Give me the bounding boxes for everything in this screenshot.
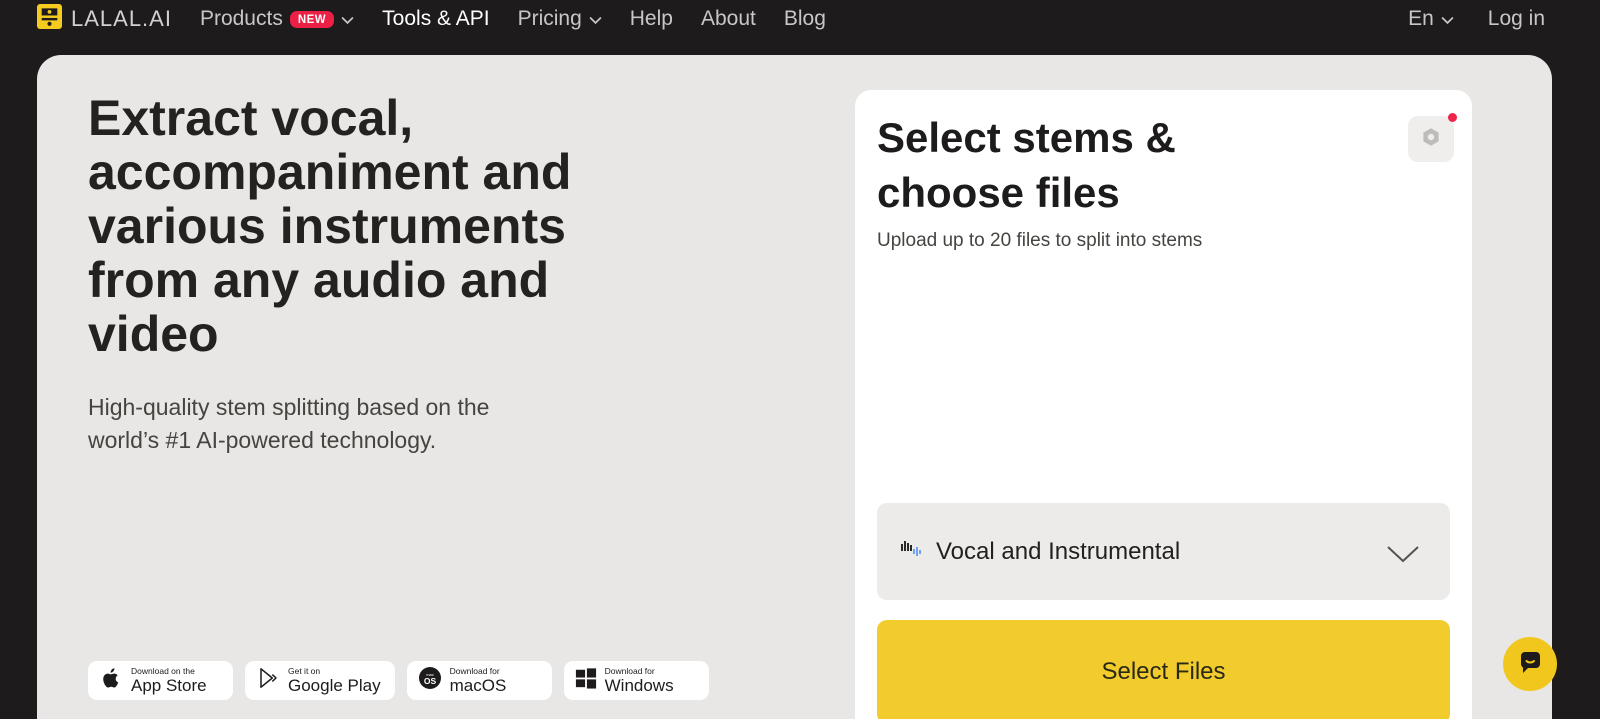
brand-logo[interactable]: LALAL.AI — [37, 4, 172, 34]
lalal-logo-icon — [37, 4, 62, 34]
nav-item-label: Help — [629, 7, 673, 30]
main-panel: Extract vocal, accompaniment and various… — [37, 55, 1552, 719]
stem-type-dropdown[interactable]: Vocal and Instrumental — [877, 503, 1450, 600]
chevron-down-icon — [1441, 16, 1454, 25]
badge-store-name: macOS — [449, 676, 507, 696]
badge-tagline: Download on the — [131, 665, 195, 676]
upload-card-title: Select stems & choose files — [877, 110, 1176, 220]
app-store-badge[interactable]: Download on the App Store — [88, 661, 233, 700]
language-label: En — [1408, 7, 1434, 30]
hero-subtitle-line: High-quality stem splitting based on the — [88, 394, 490, 420]
chevron-down-icon — [341, 16, 354, 25]
chat-launcher-button[interactable] — [1503, 637, 1557, 691]
nav-item-label: About — [700, 7, 756, 30]
badge-tagline: Download for — [604, 665, 655, 676]
badge-tagline: Get it on — [288, 665, 321, 676]
store-badges-row: Download on the App Store Get it on Goog… — [88, 661, 709, 700]
upload-card-title-line: Select stems & — [877, 114, 1176, 161]
main-nav: Products NEW Tools & API Pricing Help Ab… — [200, 7, 826, 31]
apple-icon — [99, 666, 123, 695]
badge-store-name: Google Play — [288, 676, 381, 696]
nav-item-pricing[interactable]: Pricing — [518, 7, 602, 31]
hero-subtitle-line: world’s #1 AI-powered technology. — [88, 427, 437, 453]
login-button[interactable]: Log in — [1488, 7, 1545, 31]
windows-icon — [575, 667, 597, 694]
hero-title-line: Extract vocal, — [88, 90, 414, 146]
settings-button[interactable] — [1408, 113, 1457, 162]
chevron-down-icon — [1387, 546, 1419, 563]
badge-store-name: Windows — [604, 676, 674, 696]
nav-item-label: Pricing — [517, 7, 582, 30]
select-files-button[interactable]: Select Files — [877, 620, 1450, 719]
upload-card-subtitle: Upload up to 20 files to split into stem… — [877, 230, 1203, 251]
hero-title-line: various instruments — [88, 198, 566, 254]
badge-store-name: App Store — [131, 676, 207, 696]
macos-icon: mac OS — [418, 666, 442, 695]
nav-item-about[interactable]: About — [701, 7, 756, 31]
nav-item-products[interactable]: Products NEW — [200, 7, 354, 31]
language-selector[interactable]: En — [1408, 7, 1454, 31]
chat-bubble-icon — [1516, 648, 1544, 681]
badge-tagline: Download for — [449, 665, 500, 676]
hero-title: Extract vocal, accompaniment and various… — [88, 91, 571, 361]
nav-item-blog[interactable]: Blog — [784, 7, 826, 31]
hero-title-line: accompaniment and — [88, 144, 572, 200]
windows-badge[interactable]: Download for Windows — [563, 661, 709, 700]
brand-name: LALAL.AI — [71, 6, 172, 31]
login-label: Log in — [1487, 7, 1545, 30]
svg-text:OS: OS — [423, 676, 436, 686]
nav-item-label: Blog — [783, 7, 826, 30]
notification-dot — [1448, 113, 1457, 122]
hero-title-line: video — [88, 306, 219, 362]
chevron-down-icon — [589, 16, 602, 25]
stem-type-value: Vocal and Instrumental — [936, 537, 1181, 565]
new-badge: NEW — [289, 10, 335, 28]
hero-subtitle: High-quality stem splitting based on the… — [88, 391, 489, 457]
google-play-icon — [256, 666, 280, 695]
upload-card-title-line: choose files — [877, 169, 1120, 216]
nav-item-label: Products — [199, 7, 283, 30]
google-play-badge[interactable]: Get it on Google Play — [245, 661, 395, 700]
stems-waveform-icon — [897, 534, 927, 569]
upload-card: Select stems & choose files Upload up to… — [855, 90, 1472, 719]
top-navigation-bar: LALAL.AI Products NEW Tools & API Pricin… — [0, 0, 1600, 38]
nav-item-label: Tools & API — [382, 7, 490, 30]
macos-badge[interactable]: mac OS Download for macOS — [406, 661, 552, 700]
hero-title-line: from any audio and — [88, 252, 550, 308]
settings-nut-icon — [1419, 125, 1443, 154]
nav-item-tools-api[interactable]: Tools & API — [382, 7, 489, 31]
select-files-label: Select Files — [1101, 658, 1226, 685]
nav-item-help[interactable]: Help — [630, 7, 673, 31]
